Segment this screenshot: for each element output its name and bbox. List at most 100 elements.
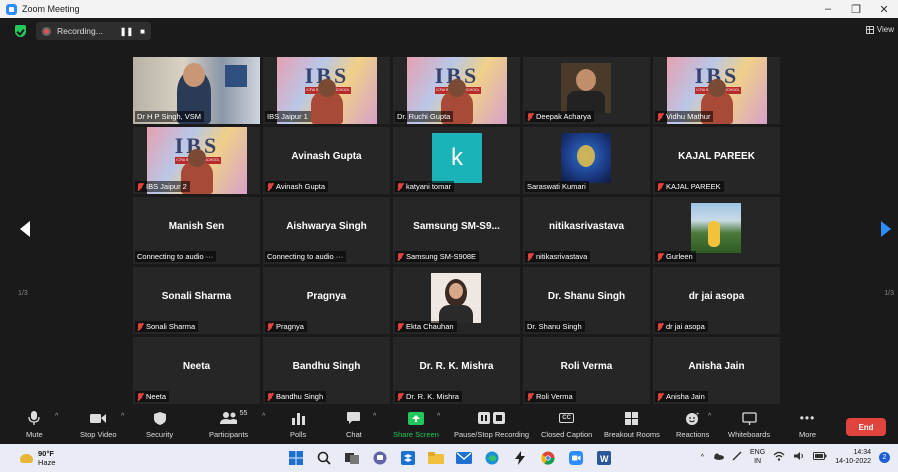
participant-tile[interactable]: IBSICFAI BUSINESS SCHOOLDr. Ruchi Gupta — [393, 57, 520, 124]
show-hidden-icons-chevron-icon[interactable]: ^ — [701, 454, 704, 461]
windows-start-icon[interactable] — [287, 449, 305, 467]
participant-name-label: IBS Jaipur 1 — [265, 111, 311, 122]
participant-tile[interactable]: Bandhu Singh Bandhu Singh — [263, 337, 390, 404]
stop-recording-icon[interactable]: ■ — [140, 27, 145, 36]
pause-stop-recording-button[interactable]: Pause/Stop Recording — [454, 409, 529, 443]
zoom-logo-icon — [6, 3, 17, 15]
wifi-icon[interactable] — [773, 451, 785, 463]
mic-muted-icon — [397, 182, 403, 191]
maximize-button[interactable]: ❐ — [842, 0, 870, 18]
participant-tile[interactable]: Avinash Gupta Avinash Gupta — [263, 127, 390, 194]
chat-button[interactable]: Chat — [346, 409, 362, 443]
task-view-icon[interactable] — [343, 449, 361, 467]
participant-tile[interactable]: Pragnya Pragnya — [263, 267, 390, 334]
participant-tile[interactable]: Gurleen — [653, 197, 780, 264]
notification-badge[interactable]: 2 — [879, 451, 890, 463]
participant-tile[interactable]: Manish Sen Connecting to audio ··· — [133, 197, 260, 264]
chrome-icon[interactable] — [539, 449, 557, 467]
next-page-icon[interactable] — [881, 221, 891, 237]
chat-label: Chat — [346, 430, 362, 439]
whiteboards-button[interactable]: Whiteboards — [728, 409, 770, 443]
svg-text:W: W — [600, 454, 609, 464]
zoom-app-icon[interactable] — [567, 449, 585, 467]
more-button[interactable]: ••• More — [799, 409, 816, 443]
share-caret-icon[interactable]: ^ — [437, 413, 440, 420]
participant-name: Deepak Acharya — [536, 112, 592, 121]
participant-name-label: Dr H P Singh, VSM — [135, 111, 205, 122]
participant-tile[interactable]: dr jai asopa dr jai asopa — [653, 267, 780, 334]
participant-tile[interactable]: Neeta Neeta — [133, 337, 260, 404]
participant-name: Neeta — [146, 392, 167, 401]
breakout-rooms-button[interactable]: Breakout Rooms — [604, 409, 660, 443]
reactions-caret-icon[interactable]: ^ — [708, 413, 711, 420]
close-button[interactable]: ✕ — [870, 0, 898, 18]
minimize-button[interactable]: – — [814, 0, 842, 18]
dropbox-icon[interactable] — [399, 449, 417, 467]
participant-tile[interactable]: k katyani tomar — [393, 127, 520, 194]
participant-tile[interactable]: Dr. R. K. Mishra Dr. R. K. Mishra — [393, 337, 520, 404]
participants-caret-icon[interactable]: ^ — [262, 413, 265, 420]
pen-input-icon[interactable] — [732, 451, 742, 463]
system-clock[interactable]: 14:34 14-10-2022 — [835, 448, 871, 466]
speaker-icon[interactable] — [793, 451, 805, 463]
participant-tile[interactable]: KAJAL PAREEK KAJAL PAREEK — [653, 127, 780, 194]
participant-name-label: Dr. Shanu Singh — [525, 321, 585, 332]
view-button[interactable]: View — [865, 25, 894, 34]
participant-tile[interactable]: Aishwarya Singh Connecting to audio ··· — [263, 197, 390, 264]
chat-caret-icon[interactable]: ^ — [373, 413, 376, 420]
participant-tile[interactable]: Dr H P Singh, VSM — [133, 57, 260, 124]
participant-tile[interactable]: Roli Verma Roli Verma — [523, 337, 650, 404]
participant-tile[interactable]: IBSICFAI BUSINESS SCHOOLIBS Jaipur 1 — [263, 57, 390, 124]
mic-muted-icon — [657, 252, 663, 261]
participant-name-label: Avinash Gupta — [265, 181, 329, 192]
onedrive-cloud-icon[interactable] — [712, 453, 725, 462]
mail-icon[interactable] — [455, 449, 473, 467]
teams-chat-icon[interactable] — [371, 449, 389, 467]
participant-display-name: Neeta — [182, 361, 211, 372]
mic-muted-icon — [527, 252, 533, 261]
encryption-shield-icon[interactable] — [15, 25, 26, 37]
mute-label: Mute — [26, 430, 43, 439]
participant-tile[interactable]: IBSICFAI BUSINESS SCHOOLVidhu Mathur — [653, 57, 780, 124]
weather-widget[interactable]: 90°F Haze — [20, 449, 56, 467]
region-code: IN — [754, 458, 762, 465]
pause-recording-icon[interactable]: ❚❚ — [120, 27, 133, 36]
edge-browser-icon[interactable] — [483, 449, 501, 467]
word-icon[interactable]: W — [595, 449, 613, 467]
participant-display-name: Roli Verma — [560, 361, 613, 372]
participant-display-name: Dr. R. K. Mishra — [419, 361, 494, 372]
end-meeting-button[interactable]: End — [846, 418, 886, 436]
file-explorer-icon[interactable] — [427, 449, 445, 467]
participant-tile[interactable]: Samsung SM-S9... Samsung SM-S908E — [393, 197, 520, 264]
participant-tile[interactable]: Sonali Sharma Sonali Sharma — [133, 267, 260, 334]
participant-tile[interactable]: Anisha Jain Anisha Jain — [653, 337, 780, 404]
participant-tile[interactable]: Ekta Chauhan — [393, 267, 520, 334]
closed-caption-button[interactable]: CC Closed Caption — [541, 409, 592, 443]
participant-tile[interactable]: Deepak Acharya — [523, 57, 650, 124]
participant-tile[interactable]: Dr. Shanu Singh Dr. Shanu Singh — [523, 267, 650, 334]
whiteboards-label: Whiteboards — [728, 430, 771, 439]
participant-name-label: nitikasrivastava — [525, 251, 591, 262]
reactions-button[interactable]: + Reactions — [676, 409, 709, 443]
battery-icon[interactable] — [813, 452, 827, 462]
meeting-toolbar: Mute ^ Stop Video ^ Security 55 Particip… — [0, 404, 898, 444]
stop-video-button[interactable]: Stop Video — [80, 409, 117, 443]
input-language[interactable]: ENG IN — [750, 448, 765, 466]
participant-tile[interactable]: nitikasrivastava nitikasrivastava — [523, 197, 650, 264]
participants-button[interactable]: 55 Participants — [209, 409, 248, 443]
security-button[interactable]: Security — [146, 409, 173, 443]
participant-name: Connecting to audio ··· — [137, 252, 214, 261]
participant-name: Vidhu Mathur — [666, 112, 711, 121]
audio-options-caret-icon[interactable]: ^ — [55, 413, 58, 420]
search-icon[interactable] — [315, 449, 333, 467]
mute-button[interactable]: Mute — [26, 409, 43, 443]
video-options-caret-icon[interactable]: ^ — [121, 413, 124, 420]
participant-display-name: KAJAL PAREEK — [678, 151, 755, 162]
share-screen-button[interactable]: Share Screen — [393, 409, 439, 443]
polls-button[interactable]: Polls — [290, 409, 306, 443]
bolt-app-icon[interactable] — [511, 449, 529, 467]
previous-page-icon[interactable] — [20, 221, 30, 237]
participant-tile[interactable]: Saraswati Kumari — [523, 127, 650, 194]
participant-tile[interactable]: IBSICFAI BUSINESS SCHOOLIBS Jaipur 2 — [133, 127, 260, 194]
reactions-smiley-icon: + — [686, 412, 700, 425]
